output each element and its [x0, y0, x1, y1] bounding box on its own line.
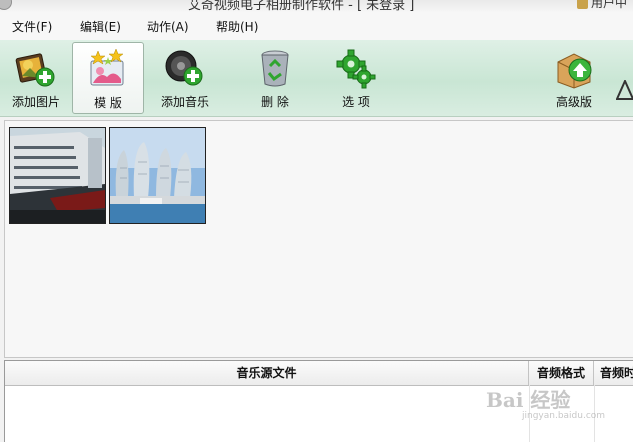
- template-button[interactable]: 模 版: [72, 42, 144, 114]
- add-picture-button[interactable]: 添加图片: [4, 42, 68, 112]
- options-label: 选 项: [342, 95, 370, 109]
- add-music-button[interactable]: 添加音乐: [152, 42, 218, 112]
- column-audio-format[interactable]: 音频格式: [529, 361, 594, 385]
- user-center-label: 用户中: [591, 0, 628, 10]
- add-picture-label: 添加图片: [11, 95, 60, 109]
- title-bar: 艾奇视频电子相册制作软件 - [ 未登录 ] 用户中: [0, 0, 633, 12]
- toolbar: 添加图片 模 版 添加音乐 删 除 选 项 高级版: [0, 40, 633, 117]
- options-button[interactable]: 选 项: [324, 42, 388, 112]
- add-music-label: 添加音乐: [160, 95, 209, 109]
- gear-icon: [336, 49, 376, 89]
- menu-file[interactable]: 文件(F): [12, 18, 52, 35]
- column-music-source[interactable]: 音乐源文件: [5, 361, 529, 385]
- music-table-header: 音乐源文件 音频格式 音频时: [5, 361, 633, 386]
- template-icon: [90, 48, 124, 86]
- menu-help[interactable]: 帮助(H): [216, 18, 258, 35]
- watermark-text: Bai 经验: [486, 388, 571, 412]
- recycle-bin-icon: [261, 50, 289, 87]
- advanced-version-label: 高级版: [555, 95, 592, 109]
- picture-thumbnail-ship[interactable]: [9, 127, 106, 224]
- menu-edit[interactable]: 编辑(E): [80, 18, 121, 35]
- picture-thumbnail-city[interactable]: [109, 127, 206, 224]
- add-picture-icon: [15, 53, 55, 87]
- system-menu-icon[interactable]: [0, 0, 12, 10]
- add-music-icon: [165, 50, 203, 86]
- cruise-ship-photo: [10, 128, 105, 223]
- delete-button[interactable]: 删 除: [244, 42, 306, 112]
- user-center-link[interactable]: 用户中: [577, 0, 627, 11]
- template-label: 模 版: [94, 96, 122, 110]
- delete-label: 删 除: [261, 95, 289, 109]
- upgrade-box-icon: [557, 53, 592, 89]
- user-icon: [577, 0, 588, 9]
- picture-list[interactable]: [4, 120, 633, 358]
- watermark-url: jingyan.baidu.com: [522, 411, 606, 421]
- menu-action[interactable]: 动作(A): [147, 18, 189, 35]
- baidu-jingyan-watermark: Bai 经验 jingyan.baidu.com: [486, 384, 605, 421]
- city-hotel-photo: [110, 128, 205, 223]
- advanced-version-button[interactable]: 高级版: [544, 42, 604, 112]
- column-audio-duration[interactable]: 音频时: [594, 361, 633, 385]
- warning-icon[interactable]: [616, 80, 633, 100]
- window-title: 艾奇视频电子相册制作软件 - [ 未登录 ]: [188, 0, 415, 12]
- menu-bar: 文件(F) 编辑(E) 动作(A) 帮助(H): [0, 12, 633, 41]
